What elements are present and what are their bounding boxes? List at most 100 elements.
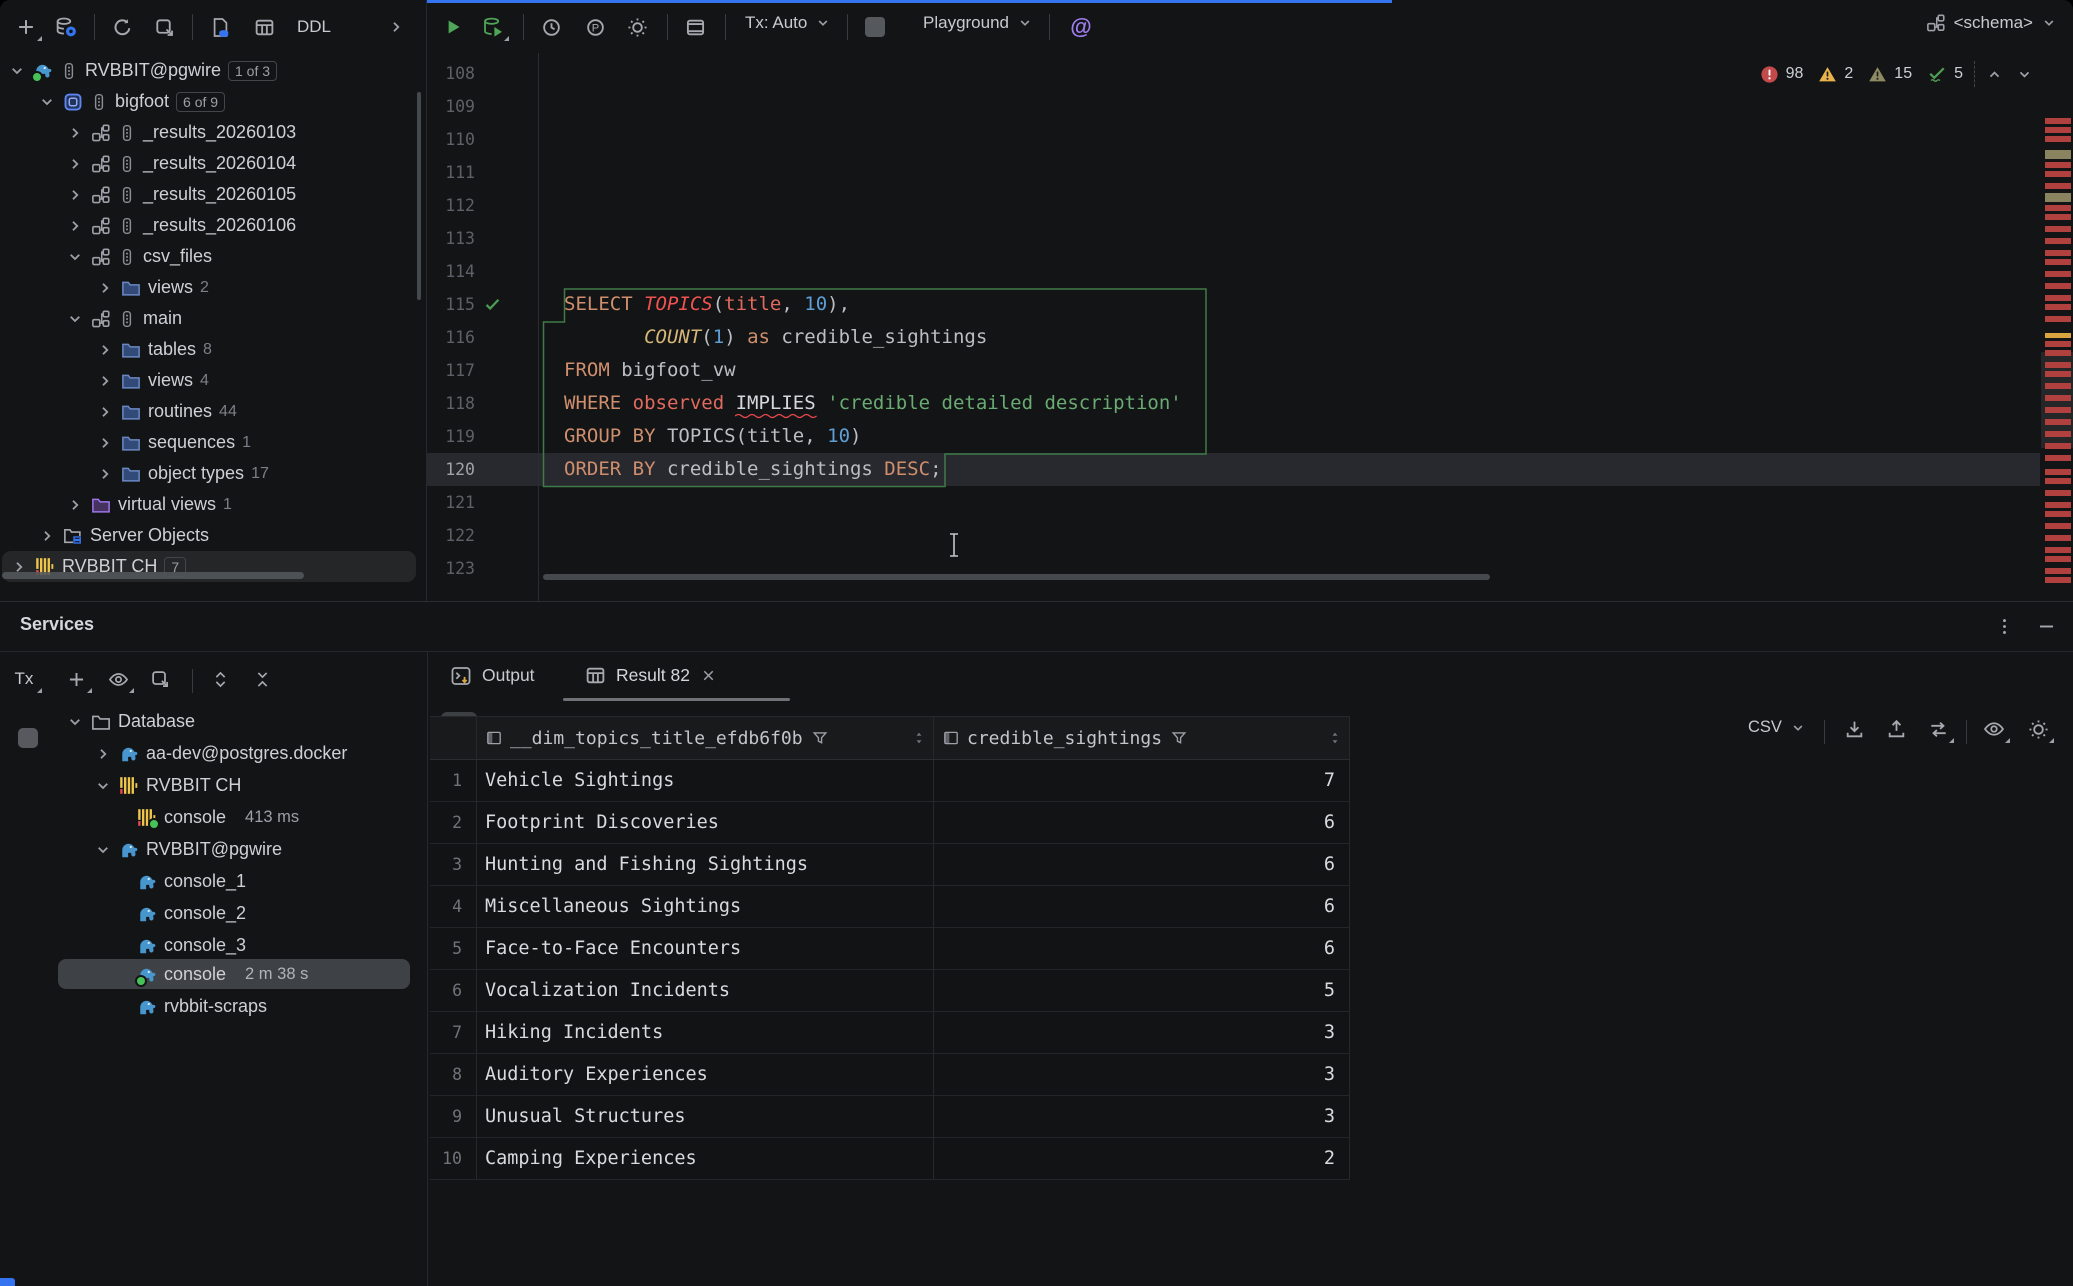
tree-item-csv-files[interactable]: csv_files	[0, 241, 426, 272]
chevron-down-icon[interactable]	[66, 310, 84, 328]
tree-item-results-20260103[interactable]: _results_20260103	[0, 117, 426, 148]
services-item-console-1[interactable]: console_1	[0, 866, 420, 897]
chevron-right-icon[interactable]	[96, 465, 114, 483]
services-item-rvbbit-ch[interactable]: RVBBIT CH	[0, 770, 420, 801]
column-header-topics[interactable]: __dim_topics_title_efdb6f0b	[477, 717, 934, 759]
table-row[interactable]: 3Hunting and Fishing Sightings6	[430, 844, 1350, 886]
tree-item-virtual-views[interactable]: virtual views 1	[0, 489, 426, 520]
explorer-vertical-scrollbar[interactable]	[417, 92, 421, 300]
stop-button[interactable]	[865, 17, 885, 37]
toolbar-overflow-chevron[interactable]	[378, 10, 414, 44]
tx-dropdown[interactable]: Tx	[4, 662, 44, 696]
table-row[interactable]: 7Hiking Incidents3	[430, 1012, 1350, 1054]
more-options-kebab-button[interactable]	[1986, 609, 2022, 643]
tree-item-tables[interactable]: tables 8	[0, 334, 426, 365]
tree-item-rvbbit-pgwire[interactable]: RVBBIT@pgwire 1 of 3	[0, 55, 426, 86]
history-button[interactable]	[533, 10, 569, 44]
minimize-button[interactable]	[2028, 609, 2064, 643]
compare-button[interactable]	[1920, 712, 1956, 746]
editor-error-stripe[interactable]	[2041, 55, 2073, 601]
chevron-right-icon[interactable]	[96, 279, 114, 297]
tree-item-sequences[interactable]: sequences 1	[0, 427, 426, 458]
tree-item-routines[interactable]: routines 44	[0, 396, 426, 427]
tree-item-object-types[interactable]: object types 17	[0, 458, 426, 489]
export-format-dropdown[interactable]: CSV	[1748, 718, 1806, 737]
chevron-down-icon[interactable]	[8, 62, 26, 80]
sort-icon[interactable]	[911, 730, 927, 746]
services-item-console-running[interactable]: console 2 m 38 s	[0, 959, 420, 990]
jump-to-console-button[interactable]	[146, 10, 182, 44]
services-item-ch-console[interactable]: console 413 ms	[0, 802, 420, 833]
tree-item-main[interactable]: main	[0, 303, 426, 334]
tree-item-server-objects[interactable]: Server Objects	[0, 520, 426, 551]
chevron-right-icon[interactable]	[96, 341, 114, 359]
session-dropdown[interactable]: Playground	[923, 13, 1033, 33]
chevron-right-icon[interactable]	[96, 403, 114, 421]
tree-item-csv-views[interactable]: views 2	[0, 272, 426, 303]
table-row[interactable]: 2Footprint Discoveries6	[430, 802, 1350, 844]
expand-all-button[interactable]	[202, 662, 238, 696]
editor-horizontal-scrollbar[interactable]	[543, 574, 1490, 580]
settings-gear-button[interactable]	[619, 10, 655, 44]
services-item-rvbbit-scraps[interactable]: rvbbit-scraps	[0, 991, 420, 1022]
chevron-down-icon[interactable]	[66, 248, 84, 266]
run-button[interactable]	[435, 10, 471, 44]
table-row[interactable]: 6Vocalization Incidents5	[430, 970, 1350, 1012]
services-item-database[interactable]: Database	[0, 706, 420, 737]
chevron-right-icon[interactable]	[66, 217, 84, 235]
filter-funnel-icon[interactable]	[811, 729, 829, 747]
data-source-properties-button[interactable]	[48, 10, 84, 44]
ai-assistant-icon[interactable]: @	[1063, 10, 1099, 44]
table-row[interactable]: 9Unusual Structures3	[430, 1096, 1350, 1138]
chevron-right-icon[interactable]	[38, 527, 56, 545]
sort-icon[interactable]	[1327, 730, 1343, 746]
table-row[interactable]: 1Vehicle Sightings7	[430, 760, 1350, 802]
table-row[interactable]: 10Camping Experiences2	[430, 1138, 1350, 1180]
parameters-button[interactable]	[577, 10, 613, 44]
tab-output[interactable]: Output	[450, 651, 535, 700]
tx-mode-dropdown[interactable]: Tx: Auto	[745, 13, 831, 33]
statement-ok-check-icon[interactable]	[483, 295, 502, 314]
chevron-right-icon[interactable]	[66, 496, 84, 514]
services-item-console-3[interactable]: console_3	[0, 930, 420, 961]
table-row[interactable]: 4Miscellaneous Sightings6	[430, 886, 1350, 928]
chevron-right-icon[interactable]	[66, 124, 84, 142]
chevron-right-icon[interactable]	[66, 186, 84, 204]
chevron-down-icon[interactable]	[94, 777, 112, 795]
new-item-button[interactable]	[8, 10, 44, 44]
next-problem-chevron[interactable]	[2016, 66, 2033, 83]
view-options-eye-button[interactable]	[100, 662, 136, 696]
services-item-aa-dev[interactable]: aa-dev@postgres.docker	[0, 738, 420, 769]
view-options-eye-button[interactable]	[1976, 712, 2012, 746]
chevron-right-icon[interactable]	[96, 372, 114, 390]
table-row[interactable]: 8Auditory Experiences3	[430, 1054, 1350, 1096]
tree-item-results-20260106[interactable]: _results_20260106	[0, 210, 426, 241]
tab-result[interactable]: Result 82	[585, 651, 717, 700]
column-header-credible-sightings[interactable]: credible_sightings	[934, 717, 1350, 759]
tree-item-results-20260105[interactable]: _results_20260105	[0, 179, 426, 210]
services-item-rvbbit-pgwire[interactable]: RVBBIT@pgwire	[0, 834, 420, 865]
collapse-all-button[interactable]	[244, 662, 280, 696]
open-in-new-tab-button[interactable]	[142, 662, 178, 696]
chevron-down-icon[interactable]	[38, 93, 56, 111]
tree-item-views[interactable]: views 4	[0, 365, 426, 396]
chevron-right-icon[interactable]	[66, 155, 84, 173]
execute-on-datasource-button[interactable]	[475, 10, 511, 44]
in-editor-results-button[interactable]	[677, 10, 713, 44]
ddl-button[interactable]: DDL	[290, 10, 338, 44]
explorer-horizontal-scrollbar[interactable]	[2, 572, 304, 579]
chevron-right-icon[interactable]	[96, 434, 114, 452]
table-view-button[interactable]	[246, 10, 282, 44]
prev-problem-chevron[interactable]	[1986, 66, 2003, 83]
refresh-button[interactable]	[104, 10, 140, 44]
add-service-button[interactable]	[58, 662, 94, 696]
inspections-widget[interactable]: 98 2 15 5	[1760, 61, 2033, 87]
import-upload-button[interactable]	[1878, 712, 1914, 746]
result-settings-gear-button[interactable]	[2020, 712, 2056, 746]
services-item-console-2[interactable]: console_2	[0, 898, 420, 929]
chevron-down-icon[interactable]	[66, 713, 84, 731]
tree-item-bigfoot[interactable]: bigfoot 6 of 9	[0, 86, 426, 117]
schema-selector-dropdown[interactable]: <schema>	[1926, 13, 2057, 33]
filter-funnel-icon[interactable]	[1170, 729, 1188, 747]
tree-item-results-20260104[interactable]: _results_20260104	[0, 148, 426, 179]
